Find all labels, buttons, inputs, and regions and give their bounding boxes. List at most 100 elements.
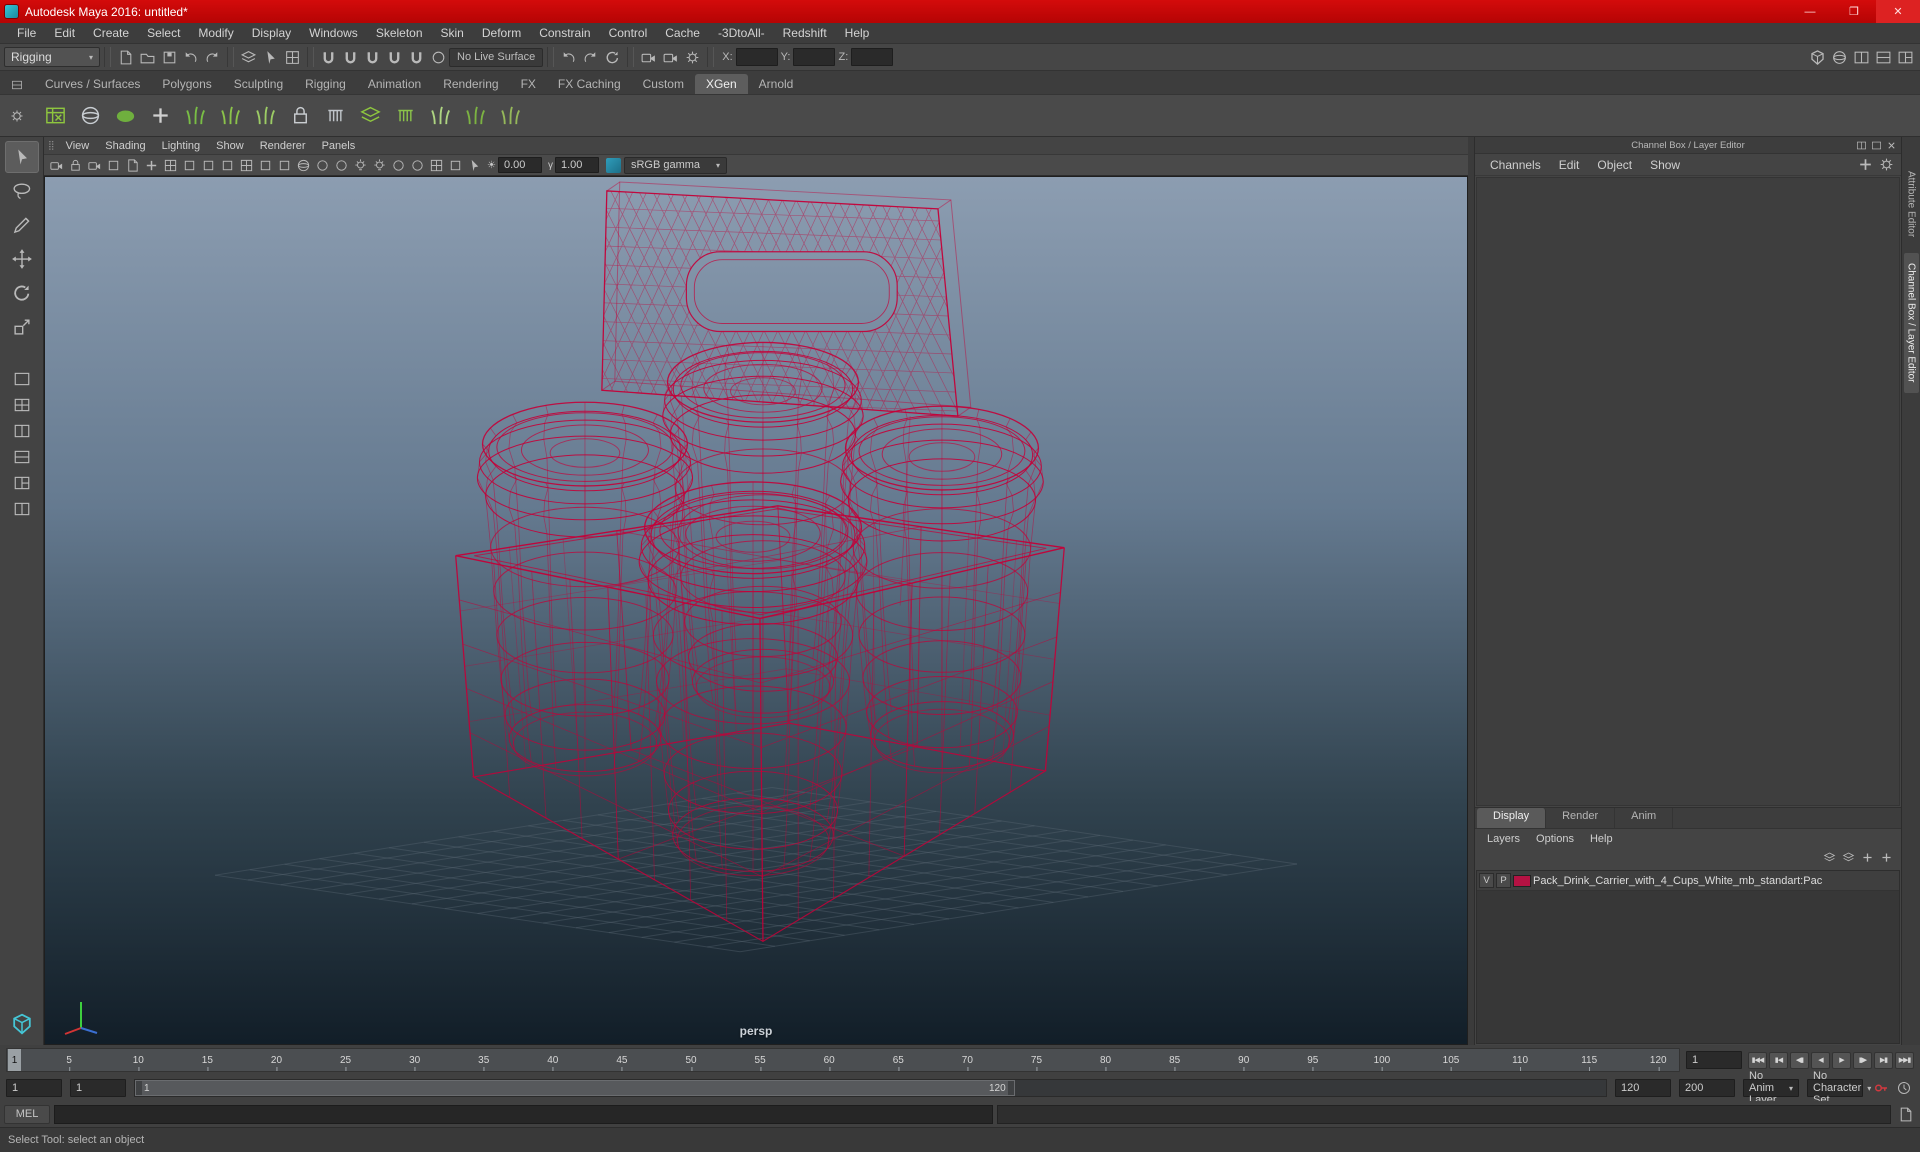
channel-box-menu-item[interactable]: Channels bbox=[1481, 158, 1550, 172]
channel-box-menu-item[interactable]: Show bbox=[1641, 158, 1689, 172]
xgen-add-guide-icon[interactable] bbox=[145, 100, 176, 131]
play-forwards-button[interactable]: ▶ bbox=[1832, 1051, 1851, 1069]
safe-action-icon[interactable] bbox=[256, 156, 275, 175]
render-settings-icon[interactable] bbox=[682, 47, 703, 68]
auto-keyframe-icon[interactable] bbox=[1871, 1078, 1891, 1098]
play-backwards-button[interactable]: ◀ bbox=[1811, 1051, 1830, 1069]
shelf-tab-xgen[interactable]: XGen bbox=[694, 74, 748, 94]
shelf-tab-fx-caching[interactable]: FX Caching bbox=[547, 74, 632, 94]
exposure-field[interactable]: 0.00 bbox=[497, 157, 542, 173]
shelf-tab-rendering[interactable]: Rendering bbox=[432, 74, 509, 94]
camera-attributes-icon[interactable] bbox=[85, 156, 104, 175]
float-panel-icon[interactable] bbox=[1869, 138, 1884, 153]
grid-toggle-icon[interactable] bbox=[161, 156, 180, 175]
multisample-icon[interactable] bbox=[427, 156, 446, 175]
select-camera-icon[interactable] bbox=[47, 156, 66, 175]
timeline-tick[interactable]: 110 bbox=[1512, 1049, 1528, 1071]
timeline-tick[interactable]: 45 bbox=[616, 1049, 627, 1071]
move-tool-icon[interactable] bbox=[5, 243, 39, 275]
channel-settings-icon[interactable] bbox=[1876, 154, 1897, 175]
layer-tab-display[interactable]: Display bbox=[1477, 808, 1547, 828]
menuset-dropdown[interactable]: Rigging ▾ bbox=[4, 47, 100, 67]
timeline-tick[interactable]: 25 bbox=[340, 1049, 351, 1071]
timeline-tick[interactable]: 20 bbox=[271, 1049, 282, 1071]
vtab-channel-box[interactable]: Channel Box / Layer Editor bbox=[1903, 253, 1919, 393]
menu-item[interactable]: File bbox=[8, 23, 45, 43]
modeling-toolkit-icon[interactable] bbox=[6, 1009, 38, 1039]
menu-item[interactable]: Edit bbox=[45, 23, 84, 43]
shelf-tab-menu-icon[interactable] bbox=[0, 76, 34, 94]
panel-menu-item[interactable]: Show bbox=[208, 140, 252, 152]
xgen-noise-brush-icon[interactable] bbox=[460, 100, 491, 131]
layout-single-pane-icon[interactable] bbox=[6, 367, 38, 391]
step-back-frame-button[interactable]: ▮◀ bbox=[1769, 1051, 1788, 1069]
shelf-editor-icon[interactable] bbox=[0, 105, 34, 127]
menu-item[interactable]: Windows bbox=[300, 23, 367, 43]
xray-icon[interactable] bbox=[446, 156, 465, 175]
current-frame-field[interactable]: 1 bbox=[1686, 1051, 1742, 1069]
character-set-dropdown[interactable]: No Character Set ▾ bbox=[1807, 1070, 1871, 1106]
shelf-tab-polygons[interactable]: Polygons bbox=[151, 74, 222, 94]
menu-item[interactable]: Modify bbox=[189, 23, 242, 43]
output-connections-icon[interactable] bbox=[580, 47, 601, 68]
timeline-tick[interactable]: 105 bbox=[1443, 1049, 1459, 1071]
color-management-icon[interactable] bbox=[605, 157, 621, 173]
xgen-density-brush-icon[interactable] bbox=[215, 100, 246, 131]
timeline-tick[interactable]: 40 bbox=[547, 1049, 558, 1071]
tool-settings-toggle-icon[interactable] bbox=[1873, 47, 1894, 68]
panel-grip-icon[interactable]: ⣿ bbox=[48, 140, 56, 151]
mel-label[interactable]: MEL bbox=[4, 1104, 50, 1124]
open-scene-icon[interactable] bbox=[137, 47, 158, 68]
timeline-tick[interactable]: 10 bbox=[133, 1049, 144, 1071]
timeline-tick[interactable]: 30 bbox=[409, 1049, 420, 1071]
xgen-create-description-icon[interactable] bbox=[75, 100, 106, 131]
motion-blur-icon[interactable] bbox=[408, 156, 427, 175]
rotate-tool-icon[interactable] bbox=[5, 277, 39, 309]
timeline-tick[interactable]: 100 bbox=[1374, 1049, 1390, 1071]
select-hierarchy-icon[interactable] bbox=[238, 47, 259, 68]
resolution-gate-icon[interactable] bbox=[199, 156, 218, 175]
select-object-icon[interactable] bbox=[260, 47, 281, 68]
shelf-tab-arnold[interactable]: Arnold bbox=[748, 74, 805, 94]
film-gate-icon[interactable] bbox=[180, 156, 199, 175]
paint-select-tool-icon[interactable] bbox=[5, 209, 39, 241]
gamma-field[interactable]: 1.00 bbox=[554, 157, 599, 173]
channel-list-empty[interactable] bbox=[1476, 177, 1900, 806]
isolate-select-icon[interactable] bbox=[465, 156, 484, 175]
timeline-tick[interactable]: 5 bbox=[66, 1049, 72, 1071]
layer-editor-menu-item[interactable]: Help bbox=[1582, 833, 1621, 845]
exposure-icon[interactable]: ☀ bbox=[487, 160, 496, 171]
maximize-button[interactable]: ❐ bbox=[1832, 0, 1876, 23]
xgen-comb-brush-icon[interactable] bbox=[390, 100, 421, 131]
show-manipulators-icon[interactable] bbox=[1855, 154, 1876, 175]
attribute-editor-toggle-icon[interactable] bbox=[1851, 47, 1872, 68]
minimize-button[interactable]: — bbox=[1788, 0, 1832, 23]
xgen-smooth-brush-icon[interactable] bbox=[425, 100, 456, 131]
gamma-icon[interactable]: γ bbox=[548, 160, 553, 171]
timeline-tick[interactable]: 60 bbox=[824, 1049, 835, 1071]
layer-editor-menu-item[interactable]: Options bbox=[1528, 833, 1582, 845]
menu-item[interactable]: Constrain bbox=[530, 23, 599, 43]
live-surface-field[interactable]: No Live Surface bbox=[449, 47, 544, 67]
xgen-lock-icon[interactable] bbox=[285, 100, 316, 131]
timeline-tick[interactable]: 120 bbox=[1650, 1049, 1667, 1071]
playback-end-field[interactable]: 120 bbox=[1615, 1079, 1671, 1097]
layout-three-pane-icon[interactable] bbox=[6, 471, 38, 495]
timeline-tick[interactable]: 65 bbox=[893, 1049, 904, 1071]
timeline-tick[interactable]: 55 bbox=[755, 1049, 766, 1071]
y-input[interactable] bbox=[793, 48, 836, 66]
snap-to-projected-center-icon[interactable] bbox=[384, 47, 405, 68]
layout-two-pane-stacked-icon[interactable] bbox=[6, 445, 38, 469]
undo-icon[interactable] bbox=[180, 47, 201, 68]
xgen-layers-icon[interactable] bbox=[355, 100, 386, 131]
shelf-tab-curves-surfaces[interactable]: Curves / Surfaces bbox=[34, 74, 151, 94]
timeline-tick[interactable]: 70 bbox=[962, 1049, 973, 1071]
playback-start-field[interactable]: 1 bbox=[70, 1079, 126, 1097]
x-input[interactable] bbox=[735, 48, 778, 66]
step-back-key-button[interactable]: ◀▮ bbox=[1790, 1051, 1809, 1069]
layout-four-pane-icon[interactable] bbox=[6, 393, 38, 417]
go-to-start-button[interactable]: ▮◀◀ bbox=[1748, 1051, 1767, 1069]
timeline-tick[interactable]: 80 bbox=[1100, 1049, 1111, 1071]
bookmarks-icon[interactable] bbox=[104, 156, 123, 175]
z-input[interactable] bbox=[851, 48, 894, 66]
